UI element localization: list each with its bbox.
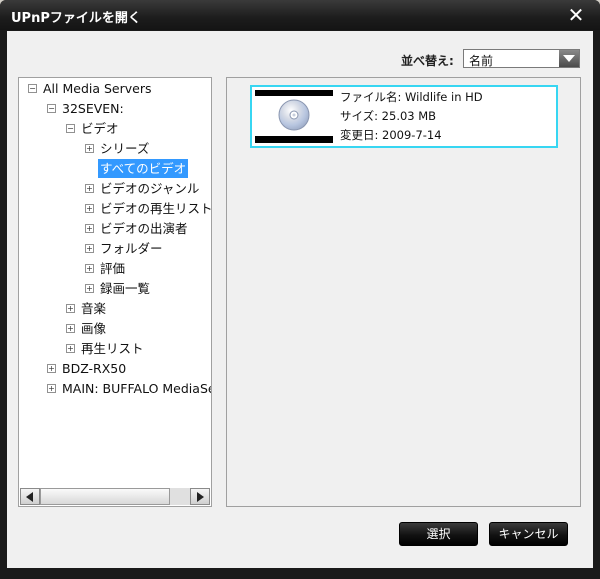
file-list-panel[interactable]: ファイル名: Wildlife in HD サイズ: 25.03 MB 変更日:… (226, 77, 581, 507)
dialog-window: UPnPファイルを開く ✕ 並べ替え: 名前 − All Media Serve… (0, 0, 600, 579)
tree-item-label: ビデオのジャンル (100, 181, 200, 196)
select-button[interactable]: 選択 (399, 522, 478, 546)
tree-item-label: 録画一覧 (100, 281, 151, 296)
video-thumbnail (255, 90, 333, 143)
sort-selected-value: 名前 (469, 54, 494, 68)
chevron-down-icon[interactable] (559, 50, 579, 67)
expand-icon[interactable]: + (66, 304, 75, 313)
expand-icon[interactable]: + (85, 284, 94, 293)
tree-item-label: フォルダー (100, 241, 163, 256)
scroll-left-icon[interactable] (20, 488, 40, 505)
tree-item-pictures[interactable]: + 画像 (19, 319, 211, 338)
horizontal-scrollbar[interactable] (20, 488, 210, 505)
collapse-icon[interactable]: − (47, 104, 56, 113)
expand-icon[interactable]: + (47, 384, 56, 393)
tree-item-label: ビデオ (81, 121, 119, 136)
tree-item-recordings[interactable]: + 録画一覧 (19, 279, 211, 298)
tree-item-label: ビデオの再生リスト (100, 201, 212, 216)
tree-item-label: 評価 (100, 261, 126, 276)
window-title: UPnPファイルを開く (11, 11, 141, 26)
sort-label: 並べ替え: (401, 54, 454, 68)
tree-item-rating[interactable]: + 評価 (19, 259, 211, 278)
tree-item-bdz-rx50[interactable]: + BDZ-RX50 (19, 359, 211, 378)
tree-item-playlists[interactable]: + 再生リスト (19, 339, 211, 358)
tree-item-genre[interactable]: + ビデオのジャンル (19, 179, 211, 198)
scroll-right-icon[interactable] (190, 488, 210, 505)
tree-item-cast[interactable]: + ビデオの出演者 (19, 219, 211, 238)
expand-icon[interactable]: + (85, 184, 94, 193)
tree-item-label: BDZ-RX50 (62, 361, 127, 376)
expand-icon[interactable]: + (85, 244, 94, 253)
tree-item-label: 音楽 (81, 301, 107, 316)
dialog-body: 並べ替え: 名前 − All Media Servers − 32SEVEN: … (7, 31, 593, 568)
tree-item-label-selected: すべてのビデオ (98, 159, 189, 178)
expand-icon[interactable]: + (85, 144, 94, 153)
tree-item-label: シリーズ (100, 141, 150, 156)
tree-item-label: 再生リスト (81, 341, 144, 356)
tree-item-music[interactable]: + 音楽 (19, 299, 211, 318)
tree-item-buffalo[interactable]: + MAIN: BUFFALO MediaSe (19, 379, 211, 398)
file-item[interactable]: ファイル名: Wildlife in HD サイズ: 25.03 MB 変更日:… (250, 85, 558, 148)
tree-item-32seven[interactable]: − 32SEVEN: (19, 99, 211, 118)
tree-item-all-videos[interactable]: すべてのビデオ (19, 159, 211, 178)
close-icon[interactable]: ✕ (565, 5, 587, 25)
tree-item-series[interactable]: + シリーズ (19, 139, 211, 158)
sort-dropdown[interactable]: 名前 (463, 49, 580, 68)
file-size: サイズ: 25.03 MB (340, 109, 437, 123)
expand-icon[interactable]: + (66, 324, 75, 333)
expand-icon[interactable]: + (85, 264, 94, 273)
expand-icon[interactable]: + (47, 364, 56, 373)
scroll-thumb[interactable] (40, 488, 170, 505)
expand-icon[interactable]: + (85, 204, 94, 213)
disc-icon (278, 99, 310, 131)
cancel-button[interactable]: キャンセル (489, 522, 568, 546)
tree-item-label: 画像 (81, 321, 107, 336)
file-date: 変更日: 2009-7-14 (340, 128, 442, 142)
expand-icon[interactable]: + (66, 344, 75, 353)
expand-icon[interactable]: + (85, 224, 94, 233)
tree-item-all-media-servers[interactable]: − All Media Servers (19, 79, 211, 98)
tree-item-folder[interactable]: + フォルダー (19, 239, 211, 258)
title-bar[interactable]: UPnPファイルを開く ✕ (0, 0, 600, 30)
collapse-icon[interactable]: − (66, 124, 75, 133)
tree-item-video-playlist[interactable]: + ビデオの再生リスト (19, 199, 211, 218)
tree-item-label: 32SEVEN: (62, 101, 124, 116)
server-tree[interactable]: − All Media Servers − 32SEVEN: − ビデオ + シ… (18, 77, 212, 507)
tree-item-label: All Media Servers (43, 81, 152, 96)
tree-item-video[interactable]: − ビデオ (19, 119, 211, 138)
file-name: ファイル名: Wildlife in HD (340, 90, 483, 104)
tree-item-label: ビデオの出演者 (100, 221, 188, 236)
tree-item-label: MAIN: BUFFALO MediaSe (62, 381, 212, 396)
collapse-icon[interactable]: − (28, 84, 37, 93)
